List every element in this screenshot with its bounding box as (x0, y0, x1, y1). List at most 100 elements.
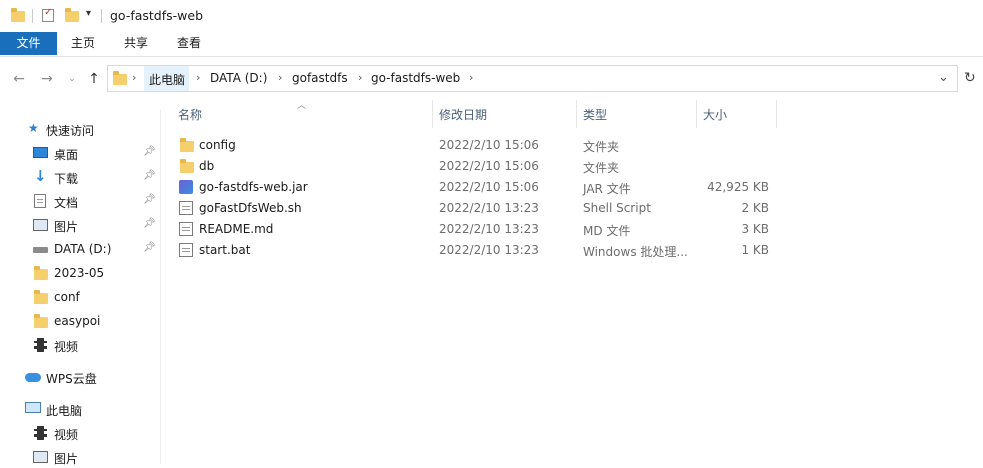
sort-ascending-icon: ︿ (297, 101, 307, 111)
file-row[interactable]: goFastDfsWeb.sh 2022/2/10 13:23 Shell Sc… (172, 198, 792, 219)
new-folder-icon[interactable] (65, 8, 79, 22)
column-divider[interactable] (776, 100, 777, 128)
drive-icon (33, 247, 48, 253)
file-row[interactable]: db 2022/2/10 15:06 文件夹 (172, 156, 792, 177)
tab-share[interactable]: 共享 (115, 32, 157, 55)
tab-view[interactable]: 查看 (168, 32, 210, 55)
file-type: 文件夹 (583, 140, 620, 154)
file-row[interactable]: go-fastdfs-web.jar 2022/2/10 15:06 JAR 文… (172, 177, 792, 198)
file-date: 2022/2/10 13:23 (439, 201, 539, 215)
nav-label: 快速访问 (46, 124, 95, 138)
file-row[interactable]: config 2022/2/10 15:06 文件夹 (172, 135, 792, 156)
file-name: README.md (199, 222, 274, 236)
crumb-gofastdfs[interactable]: gofastdfs (292, 71, 348, 85)
chevron-right-icon: › (132, 71, 137, 84)
back-arrow-icon[interactable]: ← (10, 70, 28, 88)
pin-icon[interactable]: 📌︎ (143, 242, 156, 253)
ribbon-tabs: 文件 主页 共享 查看 (0, 32, 983, 57)
file-type: JAR 文件 (583, 182, 631, 196)
crumb-this-pc[interactable]: 此电脑 (149, 71, 185, 88)
pin-icon[interactable]: 📌︎ (143, 218, 156, 229)
folder-icon (11, 8, 25, 22)
nav-label: WPS云盘 (46, 372, 97, 386)
quick-access-dropdown-icon[interactable]: ▾ (86, 8, 91, 19)
nav-item-videos[interactable]: 视频 (0, 334, 160, 356)
nav-label: 下载 (54, 172, 79, 186)
up-arrow-icon[interactable]: ↑ (85, 70, 103, 88)
column-divider[interactable] (576, 100, 577, 128)
nav-quick-access[interactable]: ★ 快速访问 (0, 118, 160, 140)
column-header-name[interactable]: 名称 (178, 106, 202, 128)
picture-icon (33, 219, 48, 231)
file-name: goFastDfsWeb.sh (199, 201, 302, 215)
column-header-size[interactable]: 大小 (703, 106, 727, 128)
pin-icon[interactable]: 📌︎ (143, 170, 156, 181)
folder-icon (180, 138, 194, 152)
nav-item-conf[interactable]: conf (0, 286, 160, 308)
chevron-right-icon[interactable]: › (196, 71, 200, 84)
video-icon (34, 338, 47, 352)
refresh-icon[interactable]: ↻ (964, 70, 976, 86)
folder-icon (113, 71, 127, 85)
recent-locations-chevron-icon[interactable]: ⌄ (63, 70, 81, 88)
tab-file[interactable]: 文件 (0, 32, 57, 55)
address-bar[interactable]: › 此电脑 › DATA (D:) › gofastdfs › go-fastd… (107, 65, 958, 92)
nav-label: 文档 (54, 196, 79, 210)
video-icon (34, 426, 47, 440)
folder-icon (34, 290, 48, 304)
nav-label: 图片 (54, 220, 79, 234)
document-icon (34, 194, 46, 208)
nav-pc-pictures[interactable]: 图片 (0, 446, 160, 468)
chevron-down-icon[interactable]: ⌄ (938, 70, 949, 85)
nav-item-easypoi[interactable]: easypoi (0, 310, 160, 332)
nav-item-2023-05[interactable]: 2023-05 (0, 262, 160, 284)
picture-icon (33, 451, 48, 463)
file-row[interactable]: README.md 2022/2/10 13:23 MD 文件 3 KB (172, 219, 792, 240)
file-type: Shell Script (583, 201, 651, 215)
desktop-icon (33, 147, 48, 158)
title-bar: ✓ ▾ go-fastdfs-web (0, 0, 983, 32)
nav-label: 桌面 (54, 148, 79, 162)
navigation-pane: ★ 快速访问 桌面 📌︎ ↓ 下载 📌︎ 文档 📌︎ 图片 📌︎ DATA (D… (0, 110, 161, 466)
forward-arrow-icon[interactable]: → (38, 70, 56, 88)
tab-home[interactable]: 主页 (62, 32, 104, 55)
pin-icon[interactable]: 📌︎ (143, 146, 156, 157)
chevron-right-icon[interactable]: › (469, 71, 473, 84)
file-size: 1 KB (741, 243, 769, 257)
nav-item-desktop[interactable]: 桌面 📌︎ (0, 142, 160, 164)
nav-item-documents[interactable]: 文档 📌︎ (0, 190, 160, 212)
file-name: db (199, 159, 215, 173)
nav-item-data-drive[interactable]: DATA (D:) 📌︎ (0, 238, 160, 260)
nav-wps-cloud[interactable]: WPS云盘 (0, 366, 160, 388)
nav-item-pictures[interactable]: 图片 📌︎ (0, 214, 160, 236)
nav-label: 视频 (54, 340, 79, 354)
crumb-go-fastdfs-web[interactable]: go-fastdfs-web (371, 71, 460, 85)
column-divider[interactable] (696, 100, 697, 128)
file-size: 42,925 KB (707, 180, 769, 194)
nav-label: 图片 (54, 452, 79, 466)
nav-label: conf (54, 290, 80, 304)
file-row[interactable]: start.bat 2022/2/10 13:23 Windows 批处理...… (172, 240, 792, 261)
file-type: 文件夹 (583, 161, 620, 175)
jar-icon (179, 180, 193, 194)
nav-this-pc[interactable]: 此电脑 (0, 398, 160, 420)
chevron-right-icon[interactable]: › (278, 71, 282, 84)
nav-item-downloads[interactable]: ↓ 下载 📌︎ (0, 166, 160, 188)
divider (101, 9, 102, 23)
divider (32, 9, 33, 23)
properties-icon[interactable]: ✓ (42, 7, 54, 22)
file-size: 2 KB (741, 201, 769, 215)
folder-icon (34, 314, 48, 328)
crumb-drive[interactable]: DATA (D:) (210, 71, 267, 85)
pin-icon[interactable]: 📌︎ (143, 194, 156, 205)
file-type: MD 文件 (583, 224, 631, 238)
folder-icon (180, 159, 194, 173)
nav-pc-videos[interactable]: 视频 (0, 422, 160, 444)
column-header-type[interactable]: 类型 (583, 106, 607, 128)
file-date: 2022/2/10 15:06 (439, 180, 539, 194)
chevron-right-icon[interactable]: › (358, 71, 362, 84)
column-divider[interactable] (432, 100, 433, 128)
column-header-date[interactable]: 修改日期 (439, 106, 487, 128)
nav-label: 视频 (54, 428, 79, 442)
nav-label: 2023-05 (54, 266, 105, 280)
